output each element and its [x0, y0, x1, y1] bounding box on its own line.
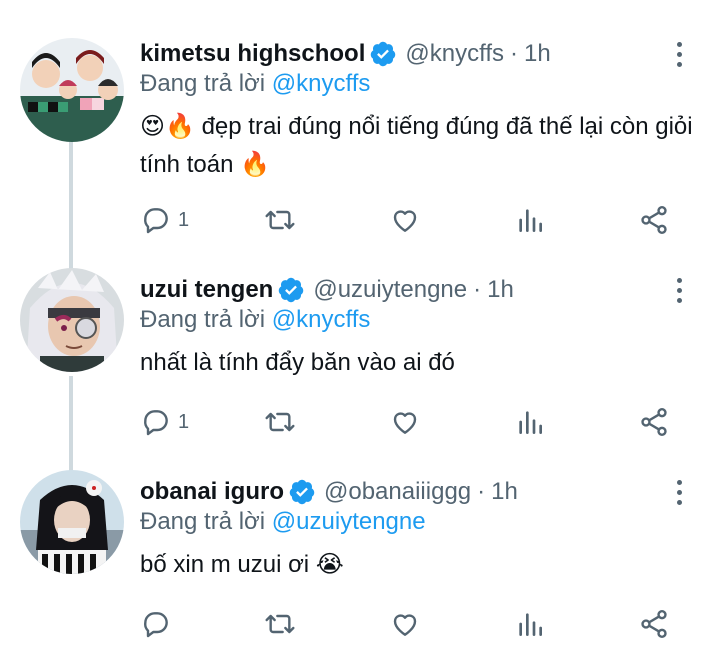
- views-button[interactable]: [514, 200, 546, 240]
- share-button[interactable]: [638, 604, 670, 644]
- timestamp[interactable]: 1h: [491, 478, 518, 506]
- separator-dot: ·: [477, 478, 486, 505]
- like-icon: [393, 614, 417, 636]
- reply-icon: [144, 612, 168, 638]
- views-button[interactable]: [514, 604, 546, 644]
- like-button[interactable]: [389, 200, 421, 240]
- tweet-text: 😍🔥 đẹp trai đúng nổi tiếng đúng đã thế l…: [140, 113, 693, 178]
- separator-dot: ·: [510, 40, 518, 67]
- separator-dot: ·: [473, 276, 482, 303]
- handle[interactable]: @knycffs: [405, 40, 504, 68]
- display-name[interactable]: uzui tengen: [140, 276, 273, 304]
- reply-icon: [144, 208, 168, 234]
- display-name[interactable]: kimetsu highschool: [140, 40, 365, 68]
- views-icon: [519, 613, 542, 636]
- action-bar: 1: [140, 200, 680, 240]
- reply-count: 1: [178, 208, 190, 231]
- replying-to: Đang trả lời @uzuiytengne: [140, 508, 426, 536]
- mention-link[interactable]: @uzuiytengne: [272, 508, 426, 535]
- reply-count: 1: [178, 410, 190, 433]
- tweet[interactable]: kimetsu highschool @knycffs · 1h Đang tr…: [0, 38, 719, 248]
- tweet-text: nhất là tính đẩy băn vào ai đó: [140, 349, 455, 376]
- reply-button[interactable]: [140, 604, 178, 644]
- views-icon: [519, 209, 542, 232]
- share-icon: [641, 610, 667, 638]
- views-icon: [519, 411, 542, 434]
- retweet-button[interactable]: [264, 604, 296, 644]
- replying-to-label: Đang trả lời: [140, 508, 272, 535]
- retweet-icon: [265, 614, 295, 634]
- reply-button[interactable]: 1: [140, 402, 189, 442]
- tweet[interactable]: uzui tengen @uzuiytengne · 1h Đang trả l…: [0, 268, 719, 444]
- replying-to: Đang trả lời @knycffs: [140, 70, 370, 98]
- avatar[interactable]: [20, 470, 124, 574]
- tweet[interactable]: obanai iguro @obanaiiiggg · 1h Đang trả …: [0, 470, 719, 646]
- tweet-text: bố xin m uzui ơi 😭: [140, 551, 344, 578]
- verified-badge-icon: [277, 276, 305, 304]
- views-button[interactable]: [514, 402, 546, 442]
- replying-to-label: Đang trả lời: [140, 306, 272, 333]
- tweet-header: kimetsu highschool @knycffs · 1h: [140, 38, 551, 70]
- timestamp[interactable]: 1h: [487, 276, 514, 304]
- action-bar: 1: [140, 402, 680, 442]
- timestamp[interactable]: 1h: [524, 40, 551, 68]
- reply-icon: [144, 410, 168, 436]
- mention-link[interactable]: @knycffs: [272, 70, 371, 97]
- tweet-header: uzui tengen @uzuiytengne · 1h: [140, 274, 514, 306]
- like-button[interactable]: [389, 402, 421, 442]
- verified-badge-icon: [369, 40, 397, 68]
- retweet-icon: [265, 210, 295, 230]
- like-button[interactable]: [389, 604, 421, 644]
- like-icon: [393, 210, 417, 232]
- tweet-header: obanai iguro @obanaiiiggg · 1h: [140, 476, 518, 508]
- replying-to-label: Đang trả lời: [140, 70, 272, 97]
- handle[interactable]: @uzuiytengne: [313, 276, 467, 304]
- retweet-icon: [265, 412, 295, 432]
- share-button[interactable]: [638, 402, 670, 442]
- share-button[interactable]: [638, 200, 670, 240]
- more-vertical-icon[interactable]: [669, 476, 689, 508]
- replying-to: Đang trả lời @knycffs: [140, 306, 370, 334]
- action-bar: [140, 604, 680, 644]
- avatar[interactable]: [20, 38, 124, 142]
- like-icon: [393, 412, 417, 434]
- avatar[interactable]: [20, 268, 124, 372]
- retweet-button[interactable]: [264, 200, 296, 240]
- handle[interactable]: @obanaiiiggg: [324, 478, 471, 506]
- reply-button[interactable]: 1: [140, 200, 189, 240]
- display-name[interactable]: obanai iguro: [140, 478, 284, 506]
- share-icon: [641, 408, 667, 436]
- retweet-button[interactable]: [264, 402, 296, 442]
- mention-link[interactable]: @knycffs: [272, 306, 371, 333]
- more-vertical-icon[interactable]: [669, 274, 689, 306]
- more-vertical-icon[interactable]: [669, 38, 689, 70]
- verified-badge-icon: [288, 478, 316, 506]
- share-icon: [641, 206, 667, 234]
